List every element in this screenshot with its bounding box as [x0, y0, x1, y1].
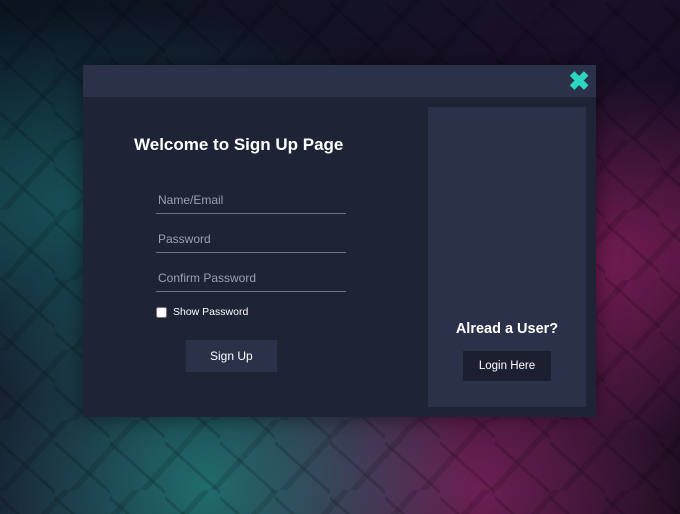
signup-button[interactable]: Sign Up — [186, 340, 277, 372]
modal-header: ✖ — [83, 65, 596, 97]
signup-title: Welcome to Sign Up Page — [134, 135, 408, 155]
confirm-password-field-wrapper — [138, 259, 408, 292]
show-password-label[interactable]: Show Password — [173, 306, 248, 318]
password-field-wrapper — [138, 220, 408, 253]
name-field-wrapper — [138, 181, 408, 214]
login-panel: Alread a User? Login Here — [428, 107, 586, 407]
signup-panel: Welcome to Sign Up Page Show Password Si… — [83, 107, 428, 407]
close-icon[interactable]: ✖ — [568, 68, 590, 94]
confirm-password-input[interactable] — [156, 259, 346, 292]
password-input[interactable] — [156, 220, 346, 253]
signup-modal: ✖ Welcome to Sign Up Page Show Password … — [83, 65, 596, 417]
name-email-input[interactable] — [156, 181, 346, 214]
already-user-heading: Alread a User? — [456, 321, 558, 337]
modal-body: Welcome to Sign Up Page Show Password Si… — [83, 97, 596, 417]
show-password-row: Show Password — [138, 306, 408, 318]
login-here-button[interactable]: Login Here — [463, 351, 551, 381]
show-password-checkbox[interactable] — [156, 307, 167, 318]
